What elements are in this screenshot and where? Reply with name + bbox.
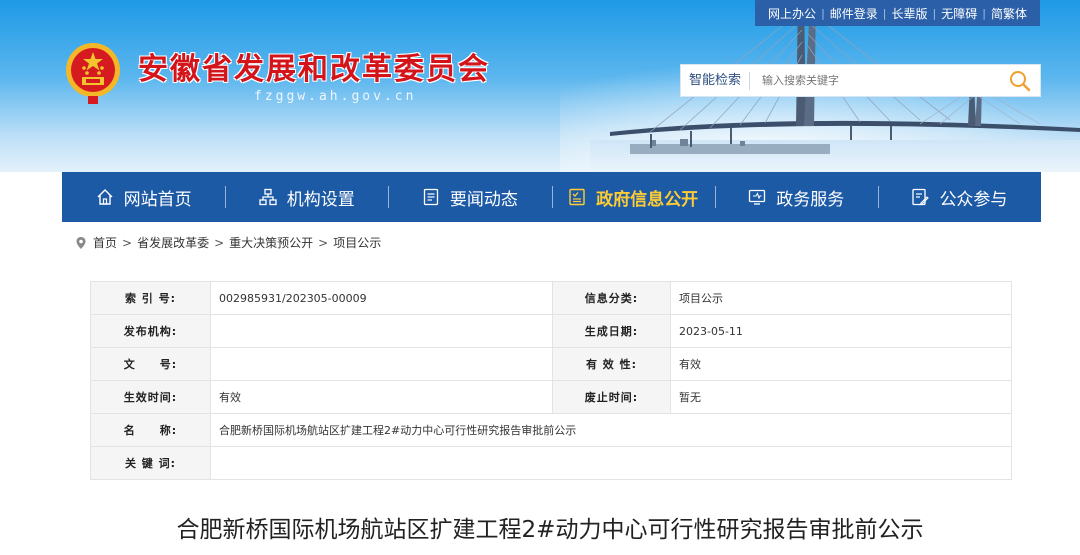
util-link-traditional-chinese[interactable]: 简繁体 [986, 5, 1032, 22]
breadcrumb-link-home[interactable]: 首页 [93, 234, 117, 251]
keywords-label: 关 键 词: [90, 446, 211, 480]
home-icon [97, 189, 113, 205]
search-input[interactable] [762, 74, 1003, 87]
doc-number-label: 文 号: [90, 347, 211, 381]
nav-label: 网站首页 [123, 189, 192, 210]
date-label: 生成日期: [552, 314, 671, 348]
date-value: 2023-05-11 [670, 314, 1012, 348]
table-row: 发布机构: 生成日期: 2023-05-11 [90, 314, 1012, 348]
util-link-online-office[interactable]: 网上办公 [763, 5, 821, 22]
publisher-value [210, 314, 553, 348]
index-number-label: 索 引 号: [90, 281, 211, 315]
name-label: 名 称: [90, 413, 211, 447]
nav-item-info-disclosure[interactable]: 政府信息公开 [551, 172, 715, 222]
table-row: 关 键 词: [90, 446, 1012, 480]
org-chart-icon [259, 188, 277, 206]
utility-bar: 网上办公 | 邮件登录 | 长辈版 | 无障碍 | 简繁体 [755, 0, 1040, 26]
breadcrumb-link-commission[interactable]: 省发展改革委 [137, 234, 209, 251]
site-domain: fzggw.ah.gov.cn [254, 89, 417, 104]
service-icon [749, 189, 766, 205]
doc-number-value [210, 347, 553, 381]
breadcrumb-separator: > [122, 235, 133, 250]
nav-label: 政府信息公开 [596, 189, 699, 210]
nav-item-participation[interactable]: 公众参与 [877, 172, 1041, 222]
nav-label: 机构设置 [286, 189, 355, 210]
validity-label: 有 效 性: [552, 347, 671, 381]
util-link-elder-version[interactable]: 长辈版 [887, 5, 933, 22]
header-banner: 网上办公 | 邮件登录 | 长辈版 | 无障碍 | 简繁体 安徽省发展和改革委员… [0, 0, 1080, 172]
effective-date-label: 生效时间: [90, 380, 211, 414]
util-link-email-login[interactable]: 邮件登录 [825, 5, 883, 22]
info-disclosure-icon [569, 188, 585, 206]
news-icon [423, 188, 439, 206]
util-link-accessibility[interactable]: 无障碍 [936, 5, 982, 22]
main-nav: 网站首页 机构设置 要闻动态 政府信息公开 政务服务 公众参与 [62, 172, 1041, 222]
page: 网上办公 | 邮件登录 | 长辈版 | 无障碍 | 简繁体 安徽省发展和改革委员… [0, 0, 1080, 555]
national-emblem-icon [66, 43, 120, 104]
location-pin-icon [76, 236, 86, 249]
index-number-value: 002985931/202305-00009 [210, 281, 553, 315]
nav-item-news[interactable]: 要闻动态 [388, 172, 551, 222]
category-value: 项目公示 [670, 281, 1012, 315]
expiry-date-label: 废止时间: [552, 380, 671, 414]
breadcrumb-separator: > [214, 235, 225, 250]
table-row: 生效时间: 有效 废止时间: 暂无 [90, 380, 1012, 414]
validity-value: 有效 [670, 347, 1012, 381]
breadcrumb-link-decisions[interactable]: 重大决策预公开 [229, 234, 313, 251]
nav-label: 政务服务 [776, 189, 845, 210]
nav-label: 公众参与 [939, 189, 1008, 210]
name-value: 合肥新桥国际机场航站区扩建工程2#动力中心可行性研究报告审批前公示 [210, 413, 1012, 447]
info-table: 索 引 号: 002985931/202305-00009 信息分类: 项目公示… [90, 281, 1012, 480]
table-row: 名 称: 合肥新桥国际机场航站区扩建工程2#动力中心可行性研究报告审批前公示 [90, 413, 1012, 447]
category-label: 信息分类: [552, 281, 671, 315]
nav-item-services[interactable]: 政务服务 [714, 172, 878, 222]
table-row: 文 号: 有 效 性: 有效 [90, 347, 1012, 381]
article-title: 合肥新桥国际机场航站区扩建工程2#动力中心可行性研究报告审批前公示 [176, 517, 924, 543]
table-row: 索 引 号: 002985931/202305-00009 信息分类: 项目公示 [90, 281, 1012, 315]
effective-date-value: 有效 [210, 380, 553, 414]
breadcrumb: 首页 > 省发展改革委 > 重大决策预公开 > 项目公示 [75, 234, 381, 251]
nav-item-home[interactable]: 网站首页 [62, 172, 225, 222]
keywords-value [210, 446, 1012, 480]
search-icon[interactable] [1008, 69, 1032, 93]
publisher-label: 发布机构: [90, 314, 211, 348]
smart-search-label: 智能检索 [681, 71, 751, 90]
breadcrumb-separator: > [318, 235, 329, 250]
expiry-date-value: 暂无 [670, 380, 1012, 414]
nav-label: 要闻动态 [449, 189, 518, 210]
breadcrumb-current[interactable]: 项目公示 [333, 234, 381, 251]
nav-item-organization[interactable]: 机构设置 [225, 172, 388, 222]
site-title[interactable]: 安徽省发展和改革委员会 [138, 44, 490, 88]
search-box: 智能检索 [680, 64, 1041, 97]
participation-icon [912, 188, 930, 206]
